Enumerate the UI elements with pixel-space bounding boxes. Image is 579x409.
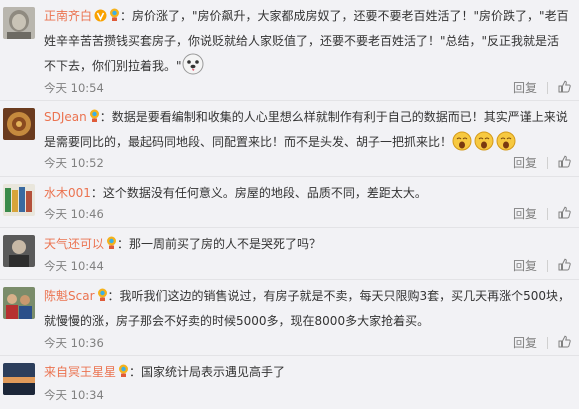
comment-text: ：国家统计局表示遇见高手了 [129, 365, 286, 379]
username-link[interactable]: 正南齐白 [44, 9, 92, 23]
username-link[interactable]: 水木001 [44, 186, 91, 200]
reply-button[interactable]: 回复 [513, 205, 537, 222]
avatar[interactable] [3, 7, 35, 39]
comment-body: 水木001：这个数据没有任何意义。房屋的地段、品质不同，差距太大。 [44, 182, 571, 205]
like-thumb-icon[interactable] [558, 335, 571, 351]
comment-body: SDJean ：数据是要看编制和收集的人心里想么样就制作有利于自己的数据而已！其实… [44, 106, 571, 159]
member-bulb-icon [97, 287, 108, 310]
timestamp: 今天 10:52 [44, 156, 104, 170]
username-link[interactable]: SDJean [44, 110, 87, 124]
reply-button[interactable]: 回复 [513, 154, 537, 171]
comment-body: 来自冥王星星 ：国家统计局表示遇见高手了 [44, 361, 571, 386]
username-link[interactable]: 陈魁Scar [44, 289, 95, 303]
member-bulb-icon [118, 363, 129, 386]
reply-button[interactable]: 回复 [513, 334, 537, 351]
comment-item: 来自冥王星星 ：国家统计局表示遇见高手了 今天 10:34 [0, 356, 579, 409]
member-bulb-icon [89, 108, 100, 131]
divider [547, 156, 548, 169]
comment-text: ：那一周前买了房的人不是哭死了吗？ [117, 237, 322, 251]
reply-button[interactable]: 回复 [513, 79, 537, 96]
like-thumb-icon[interactable] [558, 206, 571, 222]
comment-body: 正南齐白 ：房价涨了，"房价飙升，大家都成房奴了，还要不要老百姓活了！"房价跌了，… [44, 5, 571, 83]
comment-item: 水木001：这个数据没有任何意义。房屋的地段、品质不同，差距太大。 今天 10:… [0, 177, 579, 228]
reply-button[interactable]: 回复 [513, 257, 537, 274]
avatar[interactable] [3, 235, 35, 267]
timestamp: 今天 10:54 [44, 81, 104, 95]
member-bulb-icon [106, 235, 117, 258]
like-thumb-icon[interactable] [558, 155, 571, 171]
comment-text: ：这个数据没有任何意义。房屋的地段、品质不同，差距太大。 [90, 186, 427, 200]
member-bulb-icon [109, 7, 120, 30]
avatar[interactable] [3, 287, 35, 319]
comment-item: 正南齐白 ：房价涨了，"房价飙升，大家都成房奴了，还要不要老百姓活了！"房价跌了，… [0, 0, 579, 101]
comment-actions: 回复 [513, 154, 571, 171]
like-thumb-icon[interactable] [558, 80, 571, 96]
like-thumb-icon[interactable] [558, 258, 571, 274]
comment-item: 陈魁Scar ：我听我们这边的销售说过，有房子就是不卖，每天只限购3套，买几天再涨… [0, 280, 579, 356]
username-link[interactable]: 来自冥王星星 [44, 365, 116, 379]
timestamp: 今天 10:44 [44, 259, 104, 273]
avatar[interactable] [3, 184, 35, 216]
timestamp: 今天 10:46 [44, 207, 104, 221]
comment-text: ：房价涨了，"房价飙升，大家都成房奴了，还要不要老百姓活了！"房价跌了，"老百姓… [44, 9, 569, 73]
comment-item: 天气还可以 ：那一周前买了房的人不是哭死了吗？ 今天 10:44 回复 [0, 228, 579, 280]
username-link[interactable]: 天气还可以 [44, 237, 104, 251]
comment-body: 天气还可以 ：那一周前买了房的人不是哭死了吗？ [44, 233, 571, 258]
comment-actions: 回复 [513, 205, 571, 222]
timestamp: 今天 10:36 [44, 336, 104, 350]
comment-list: 正南齐白 ：房价涨了，"房价飙升，大家都成房奴了，还要不要老百姓活了！"房价跌了，… [0, 0, 579, 409]
avatar[interactable] [3, 108, 35, 140]
comment-text: ：我听我们这边的销售说过，有房子就是不卖，每天只限购3套，买几天再涨个500块，… [44, 289, 571, 328]
comment-item: SDJean ：数据是要看编制和收集的人心里想么样就制作有利于自己的数据而已！其实… [0, 101, 579, 177]
divider [547, 207, 548, 220]
comment-actions: 回复 [513, 334, 571, 351]
divider [547, 259, 548, 272]
verified-v-icon [94, 7, 107, 30]
dog-face-emoji-icon [182, 53, 204, 83]
comment-actions: 回复 [513, 79, 571, 96]
avatar[interactable] [3, 363, 35, 395]
yawn-emoji-icon [452, 131, 518, 159]
comment-body: 陈魁Scar ：我听我们这边的销售说过，有房子就是不卖，每天只限购3套，买几天再涨… [44, 285, 571, 333]
timestamp: 今天 10:34 [44, 388, 104, 402]
divider [547, 336, 548, 349]
divider [547, 81, 548, 94]
comment-actions: 回复 [513, 257, 571, 274]
